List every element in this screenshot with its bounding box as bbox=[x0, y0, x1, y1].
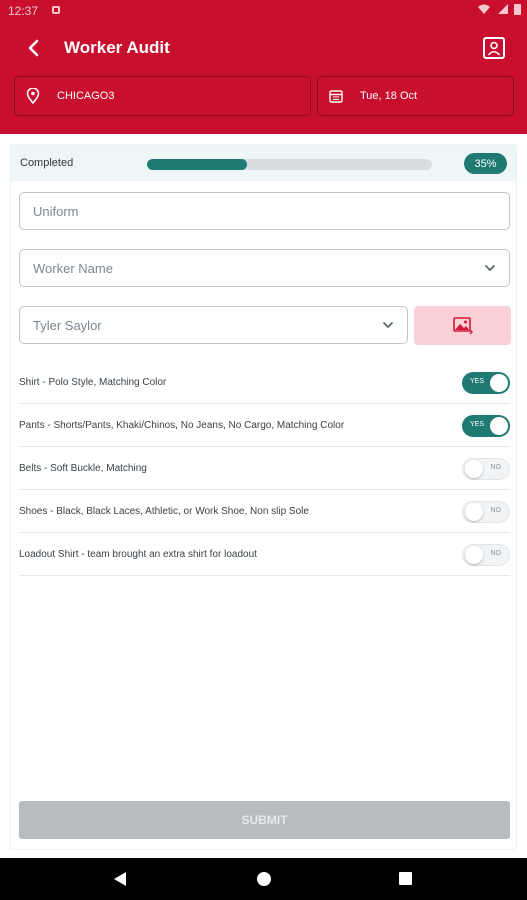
notification-icon bbox=[52, 6, 60, 14]
toggle-state-text: NO bbox=[490, 507, 502, 514]
audit-form-card: Completed 35% Uniform Worker Name Tyler … bbox=[10, 144, 517, 850]
checklist-item-label: Pants - Shorts/Pants, Khaki/Chinos, No J… bbox=[19, 420, 345, 431]
toggle-knob bbox=[465, 503, 483, 521]
system-icons bbox=[478, 3, 521, 15]
toggle-state-text: NO bbox=[490, 550, 502, 557]
calendar-icon bbox=[328, 88, 344, 104]
add-image-button[interactable] bbox=[414, 306, 511, 345]
progress-bar-fill bbox=[147, 159, 247, 170]
nav-back-button[interactable] bbox=[114, 872, 126, 886]
app-bar: Worker Audit CHICAGO3 Tue, 18 Oct bbox=[0, 22, 527, 134]
worker-name-dropdown[interactable]: Worker Name bbox=[19, 249, 510, 287]
battery-icon bbox=[514, 4, 521, 15]
date-selector[interactable]: Tue, 18 Oct bbox=[317, 76, 514, 116]
chevron-down-icon bbox=[383, 322, 393, 329]
back-button[interactable] bbox=[22, 36, 46, 60]
checklist-row: Loadout Shirt - team brought an extra sh… bbox=[19, 533, 510, 576]
uniform-placeholder: Uniform bbox=[33, 203, 79, 219]
wifi-icon bbox=[478, 4, 490, 14]
arrow-left-icon bbox=[28, 39, 39, 57]
checklist-row: Belts - Soft Buckle, Matching NO bbox=[19, 447, 510, 490]
checklist-row: Shoes - Black, Black Laces, Athletic, or… bbox=[19, 490, 510, 533]
status-bar: 12:37 bbox=[0, 0, 527, 22]
toggle-knob bbox=[465, 460, 483, 478]
location-value: CHICAGO3 bbox=[57, 90, 115, 102]
progress-row: Completed 35% bbox=[11, 145, 516, 181]
checklist-item-label: Shoes - Black, Black Laces, Athletic, or… bbox=[19, 506, 309, 517]
image-icon bbox=[452, 316, 473, 334]
checklist-row: Pants - Shorts/Pants, Khaki/Chinos, No J… bbox=[19, 404, 510, 447]
selected-worker-value: Tyler Saylor bbox=[33, 317, 102, 333]
checklist-toggle[interactable]: NO bbox=[462, 458, 510, 480]
worker-name-placeholder: Worker Name bbox=[33, 260, 113, 276]
checklist-toggle[interactable]: NO bbox=[462, 501, 510, 523]
map-pin-icon bbox=[25, 88, 41, 104]
location-selector[interactable]: CHICAGO3 bbox=[14, 76, 311, 116]
signal-icon bbox=[498, 4, 508, 14]
toggle-state-text: NO bbox=[490, 464, 502, 471]
progress-percent-badge: 35% bbox=[464, 153, 507, 174]
progress-bar bbox=[147, 159, 432, 170]
checklist-item-label: Belts - Soft Buckle, Matching bbox=[19, 463, 147, 474]
checklist-toggle[interactable]: NO bbox=[462, 544, 510, 566]
toggle-knob bbox=[490, 417, 508, 435]
checklist-toggle[interactable]: YES bbox=[462, 372, 510, 394]
status-time: 12:37 bbox=[8, 4, 39, 18]
date-value: Tue, 18 Oct bbox=[360, 90, 418, 102]
checklist-item-label: Loadout Shirt - team brought an extra sh… bbox=[19, 549, 257, 560]
toggle-knob bbox=[490, 374, 508, 392]
nav-home-button[interactable] bbox=[257, 872, 271, 886]
progress-label: Completed bbox=[20, 157, 74, 169]
toggle-knob bbox=[465, 546, 483, 564]
nav-recents-button[interactable] bbox=[399, 872, 412, 885]
checklist-row: Shirt - Polo Style, Matching Color YES bbox=[19, 361, 510, 404]
checklist-item-label: Shirt - Polo Style, Matching Color bbox=[19, 377, 167, 388]
user-profile-icon bbox=[487, 41, 501, 56]
submit-button[interactable]: SUBMIT bbox=[19, 801, 510, 839]
selected-worker-dropdown[interactable]: Tyler Saylor bbox=[19, 306, 408, 344]
chevron-down-icon bbox=[485, 265, 495, 272]
profile-button[interactable] bbox=[483, 37, 505, 59]
uniform-input[interactable]: Uniform bbox=[19, 192, 510, 230]
system-nav-bar bbox=[0, 858, 527, 900]
page-title: Worker Audit bbox=[64, 38, 170, 57]
checklist-toggle[interactable]: YES bbox=[462, 415, 510, 437]
toggle-state-text: YES bbox=[470, 378, 485, 385]
toggle-state-text: YES bbox=[470, 421, 485, 428]
